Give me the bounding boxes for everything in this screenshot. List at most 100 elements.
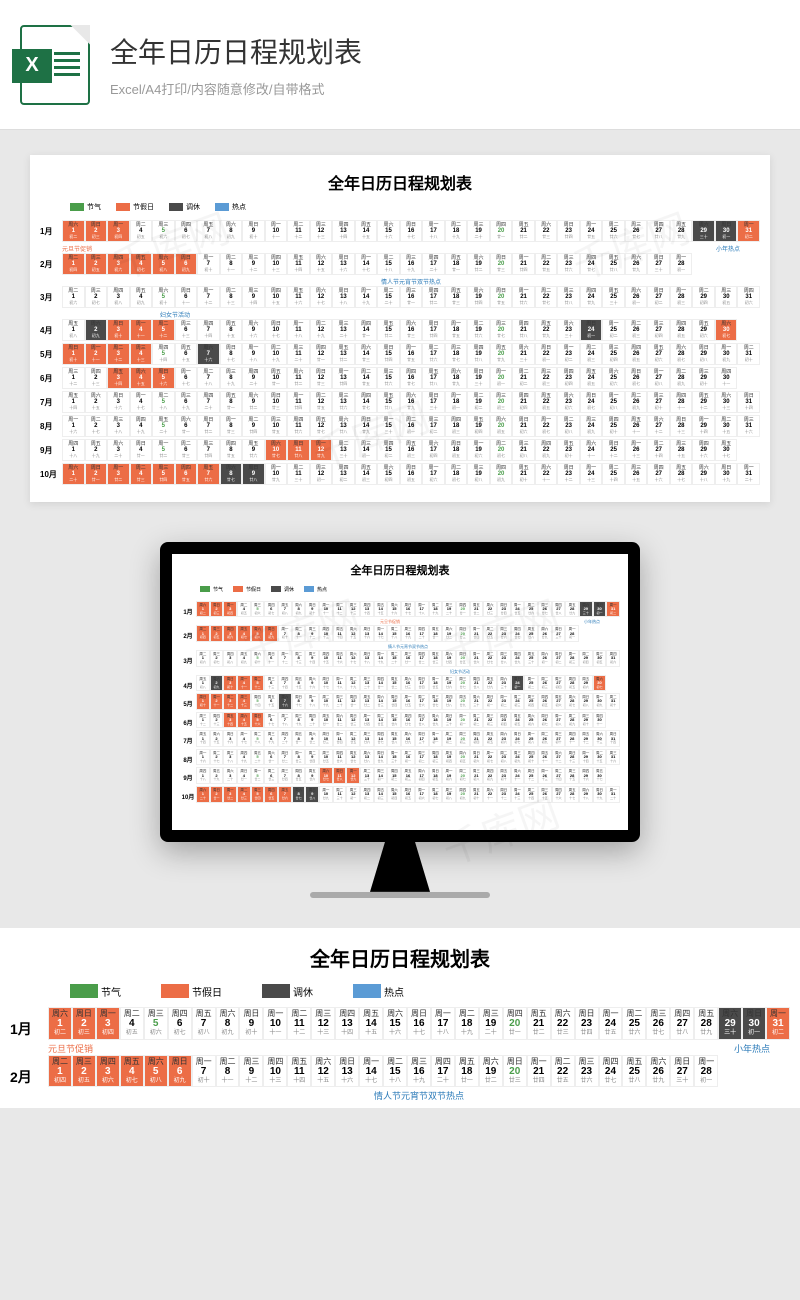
day-cell: 周六 19 廿二 (467, 253, 490, 275)
day-cell: 周五 24 初五 (580, 367, 603, 389)
day-cell: 周五 26 十一 (538, 749, 552, 766)
day-cell: 周二 7 十八 (197, 367, 220, 389)
day-cell: 周四 24 廿七 (599, 1055, 623, 1088)
day-cell: 周四 15 初二 (377, 439, 400, 461)
day-cell: 周三 26 廿七 (646, 1007, 670, 1040)
day-cell: 周一 28 初一 (565, 625, 579, 642)
day-cell: 周日 23 十二 (497, 786, 511, 803)
day-cell: 周六 15 初四 (387, 786, 401, 803)
day-cell: 周四 21 廿八 (470, 675, 484, 692)
day-cell: 周六 11 廿二 (287, 367, 310, 389)
day-cell: 周六 16 廿九 (401, 730, 415, 747)
day-cell: 周六 29 十八 (692, 463, 715, 485)
day-cell: 周三 3 十八 (107, 415, 130, 437)
day-cell: 周一 27 初八 (647, 367, 670, 389)
day-cell: 周日 2 初三 (210, 601, 224, 618)
day-cell: 周六 29 三十 (692, 220, 715, 242)
day-cell: 周六 9 廿二 (305, 730, 319, 747)
monitor-base (310, 892, 490, 898)
day-cell: 周四 2 十三 (210, 712, 224, 729)
day-cell: 周一 4 十七 (237, 730, 251, 747)
swatch-orange (233, 586, 243, 592)
day-cell: 周五 11 十四 (333, 625, 347, 642)
day-cell: 周日 13 十八 (360, 650, 374, 667)
day-cell: 周五 25 三十 (524, 650, 538, 667)
day-cell: 周三 22 初三 (535, 367, 558, 389)
sheet-title: 全年日历日程规划表 (10, 943, 790, 972)
day-cell: 周一 30 初九 (593, 693, 607, 710)
day-cell: 周二 21 初二 (470, 712, 484, 729)
day-cell: 周四 29 十六 (692, 439, 715, 461)
day-cell: 周三 19 二十 (479, 1007, 503, 1040)
day-cell: 周二 5 十八 (251, 730, 265, 747)
day-cell: 周日 9 廿八 (305, 786, 319, 803)
day-cell: 周一 20 初一 (490, 367, 513, 389)
day-cell: 周五 28 廿九 (565, 601, 579, 618)
day-cell: 周日 16 十七 (400, 220, 423, 242)
day-cell: 周三 14 初一 (355, 439, 378, 461)
day-cell: 周六 17 初四 (422, 439, 445, 461)
day-cell: 周日 5 十六 (251, 712, 265, 729)
day-cell: 周三 15 廿六 (387, 712, 401, 729)
day-cell: 周一 31 初二 (606, 601, 620, 618)
month-label: 7月 (40, 391, 62, 408)
swatch-blue (215, 203, 229, 211)
day-cell: 周五 5 二十 (152, 415, 175, 437)
day-cell: 周三 1 十二 (196, 712, 210, 729)
day-cell: 周日 23 廿四 (575, 1007, 599, 1040)
legend: 节气 节假日 调休 热点 (10, 984, 790, 999)
day-cell: 周三 4 十三 (237, 693, 251, 710)
day-cell: 周五 18 廿一 (455, 1055, 479, 1088)
day-cell: 周二 10 十九 (319, 693, 333, 710)
day-cell: 周五 7 廿六 (197, 463, 220, 485)
day-cell: 周四 27 廿八 (552, 601, 566, 618)
day-cell: 周五 21 初十 (470, 786, 484, 803)
day-cell: 周六 15 初四 (377, 463, 400, 485)
day-cell: 周一 13 廿四 (360, 712, 374, 729)
monitor-stand (350, 842, 450, 892)
day-cell: 周三 26 廿七 (625, 220, 648, 242)
day-cell: 周五 15 廿二 (387, 675, 401, 692)
day-cell: 周四 20 廿一 (490, 220, 513, 242)
day-cell: 周五 6 十五 (175, 343, 198, 365)
day-cell: 周二 22 廿五 (483, 625, 497, 642)
day-cell: 周三 16 十九 (407, 1055, 431, 1088)
day-cell: 周四 23 初四 (497, 712, 511, 729)
day-cell: 周六 30 初七 (593, 675, 607, 692)
day-cell: 周六 14 廿三 (374, 693, 388, 710)
day-cell: 周四 7 二十 (197, 391, 220, 413)
day-cell: 周五 3 十四 (107, 367, 130, 389)
day-cell: 周四 29 十六 (579, 767, 593, 784)
day-cell: 周四 9 二十 (305, 712, 319, 729)
day-cell: 周二 18 十九 (455, 1007, 479, 1040)
month-label: 1月 (40, 220, 62, 237)
day-cell: 周四 27 十六 (647, 463, 670, 485)
day-cell: 周五 17 廿八 (422, 367, 445, 389)
day-cell: 周六 28 初七 (670, 343, 693, 365)
day-cell: 周日 9 初十 (305, 601, 319, 618)
day-cell: 周六 2 初九 (210, 675, 224, 692)
day-cell: 周五 11 十四 (287, 253, 310, 275)
month-row: 1月 周六 1 初二 周日 2 初三 周一 3 初四 周二 4 初五 周三 5 … (10, 1007, 790, 1040)
day-cell: 周六 12 十五 (311, 1055, 335, 1088)
day-cell: 周三 5 初六 (152, 220, 175, 242)
day-cell: 周日 4 廿一 (130, 439, 153, 461)
day-cell: 周三 5 初六 (251, 601, 265, 618)
day-cell: 周一 8 廿三 (292, 749, 306, 766)
day-cell: 周三 6 十三 (175, 319, 198, 341)
day-cell: 周四 21 初四 (470, 730, 484, 747)
day-cell: 周三 25 初四 (602, 343, 625, 365)
day-cell: 周五 16 初三 (401, 767, 415, 784)
page-title: 全年日历日程规划表 (110, 31, 780, 71)
day-cell: 周三 11 二十 (287, 343, 310, 365)
day-cell: 周二 11 十二 (287, 1007, 311, 1040)
day-cell: 周三 18 廿七 (445, 343, 468, 365)
day-cell: 周一 10 十一 (263, 1007, 287, 1040)
day-cell: 周六 30 十三 (593, 730, 607, 747)
day-cell: 周三 6 十三 (264, 675, 278, 692)
day-cell: 周二 30 十五 (715, 415, 738, 437)
day-cell: 周二 24 初三 (511, 693, 525, 710)
day-cell: 周三 6 十九 (175, 391, 198, 413)
day-cell: 周四 27 十六 (552, 786, 566, 803)
day-cell: 周五 11 十四 (287, 1055, 311, 1088)
